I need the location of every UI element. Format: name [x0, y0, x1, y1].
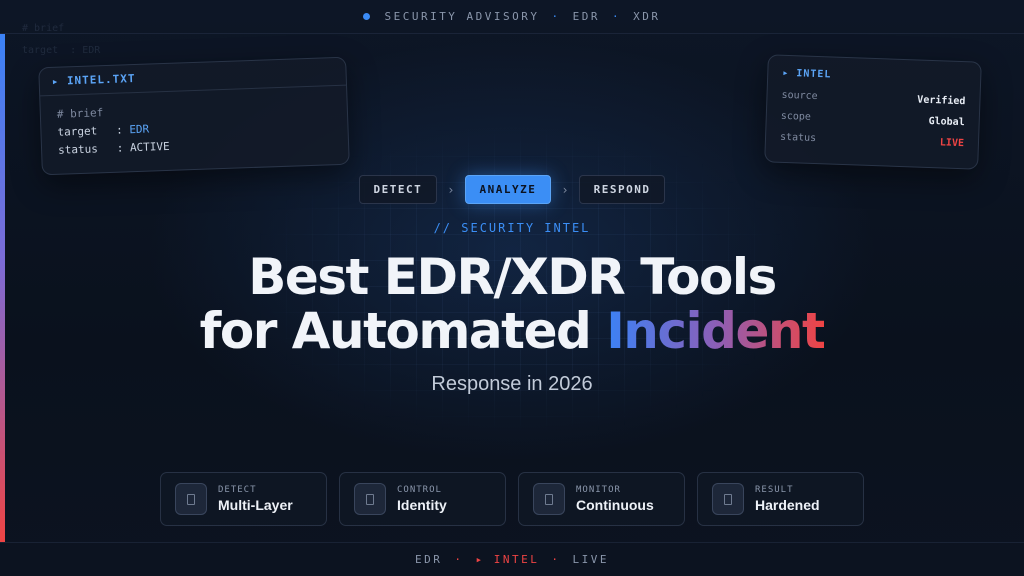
chevron-right-icon: ›	[561, 182, 569, 197]
separator: ·	[551, 553, 561, 566]
phone-icon	[354, 483, 386, 515]
feature-label: DETECT	[218, 485, 257, 495]
separator: ·	[551, 10, 561, 23]
chevron-right-icon: ›	[447, 182, 455, 197]
feature-label: CONTROL	[397, 485, 442, 495]
feature-card-monitor: MONITOR Continuous	[518, 472, 685, 526]
title-line-2: for Automated Incident	[0, 304, 1024, 358]
separator: ·	[454, 553, 464, 566]
process-steps: DETECT › ANALYZE › RESPOND	[0, 175, 1024, 204]
live-status-value: LIVE	[939, 137, 965, 150]
bottom-bar: EDR · ▸ INTEL · LIVE	[0, 542, 1024, 576]
feature-card-control: CONTROL Identity	[339, 472, 506, 526]
step-detect[interactable]: DETECT	[358, 175, 438, 204]
top-bar: SECURITY ADVISORY · EDR · XDR	[0, 0, 1024, 34]
section-kicker: // SECURITY INTEL	[433, 221, 591, 235]
feature-value: Multi-Layer	[218, 497, 293, 513]
feature-value: Continuous	[576, 497, 654, 513]
title-highlight: Incident	[606, 302, 826, 360]
intel-file-card: ▸ INTEL.TXT # brief target : EDR status …	[38, 56, 350, 176]
step-respond[interactable]: RESPOND	[578, 175, 666, 204]
separator: ·	[612, 10, 622, 23]
topbar-item: EDR	[572, 10, 601, 23]
feature-label: RESULT	[755, 485, 794, 495]
row-value: Global	[928, 115, 965, 129]
title-line-1: Best EDR/XDR Tools	[248, 248, 777, 306]
row-key: status	[779, 131, 817, 145]
row-value: ACTIVE	[129, 139, 170, 155]
row-key: target	[57, 124, 98, 139]
row-key: scope	[780, 110, 812, 123]
phone-icon	[533, 483, 565, 515]
row-value: EDR	[129, 122, 150, 137]
bottombar-item: EDR	[415, 553, 443, 566]
row-key: source	[781, 89, 818, 103]
feature-card-detect: DETECT Multi-Layer	[160, 472, 327, 526]
status-dot-icon	[363, 13, 371, 20]
intel-status-card: ▸ INTEL source Verified scope Global statu…	[764, 54, 982, 170]
row-value: Verified	[917, 94, 966, 108]
card-body: # brief target : EDR status : ACTIVE	[40, 86, 348, 171]
phone-icon	[712, 483, 744, 515]
feature-value: Hardened	[755, 497, 820, 513]
bottombar-item: LIVE	[572, 553, 609, 566]
feature-value: Identity	[397, 497, 447, 513]
feature-card-result: RESULT Hardened	[697, 472, 864, 526]
bottombar-item: ▸ INTEL	[475, 553, 540, 566]
row-key: status	[57, 142, 99, 157]
feature-list: DETECT Multi-Layer CONTROL Identity MONITO…	[160, 472, 864, 526]
page-subtitle: Response in 2026	[431, 373, 593, 395]
phone-icon	[175, 483, 207, 515]
topbar-item: XDR	[633, 10, 661, 23]
step-analyze[interactable]: ANALYZE	[464, 175, 552, 204]
title-text: for Automated	[199, 302, 607, 360]
topbar-item: SECURITY ADVISORY	[384, 10, 540, 23]
feature-label: MONITOR	[576, 485, 621, 495]
page-title: Best EDR/XDR Tools for Automated Inciden…	[0, 250, 1024, 358]
